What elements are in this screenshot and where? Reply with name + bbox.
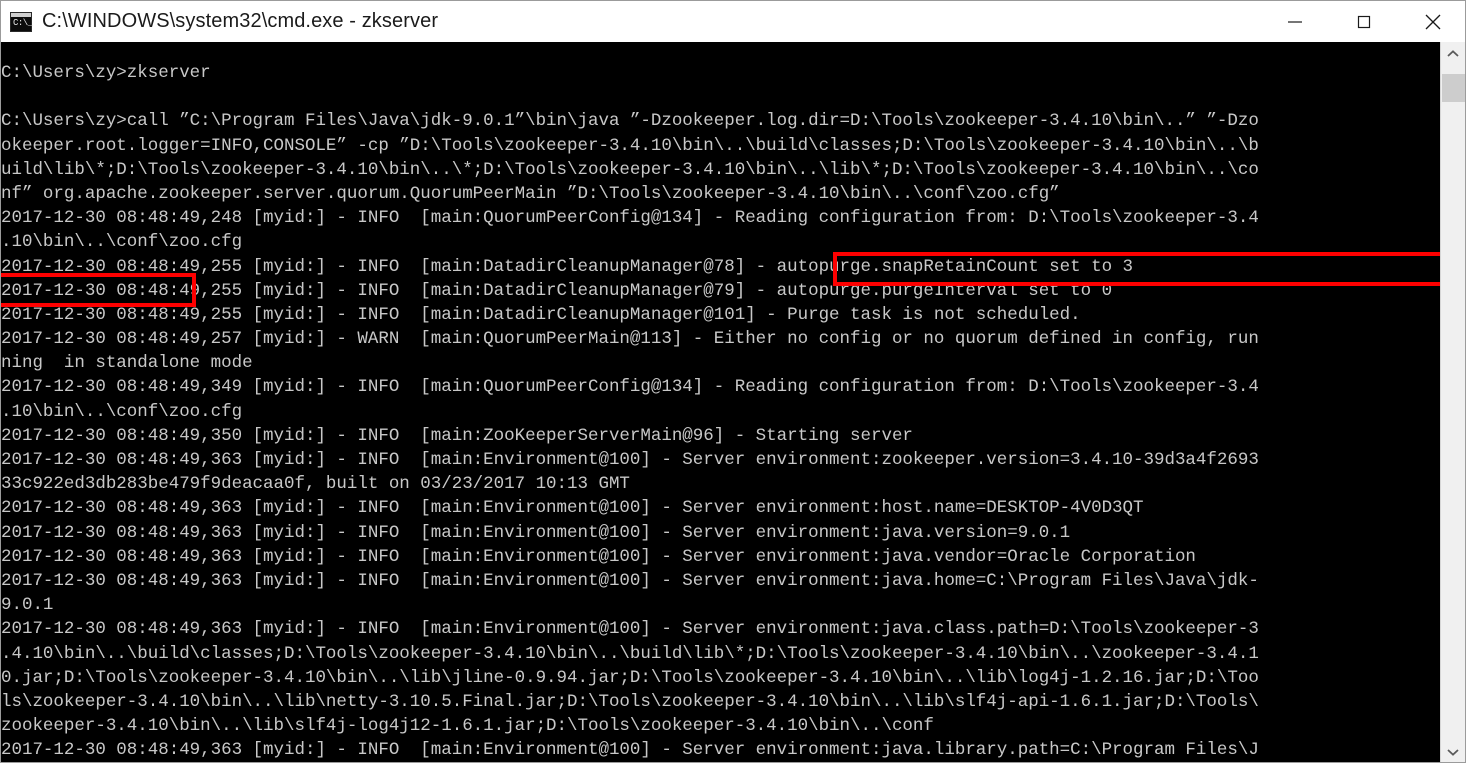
console-line: nf” org.apache.zookeeper.server.quorum.Q…	[1, 183, 1060, 204]
minimize-button[interactable]	[1260, 1, 1329, 42]
console-line: 2017-12-30 08:48:49,363 [myid:] - INFO […	[1, 740, 1259, 761]
console-line: 2017-12-30 08:48:49,363 [myid:] - INFO […	[1, 450, 1259, 470]
console-line: uild\lib\*;D:\Tools\zookeeper-3.4.10\bin…	[1, 159, 1259, 180]
console-line: .10\bin\..\conf\zoo.cfg	[1, 401, 243, 422]
console-line: ning in standalone mode	[1, 353, 253, 374]
minimize-icon	[1287, 20, 1302, 23]
close-button[interactable]	[1398, 1, 1465, 42]
title-bar[interactable]: C:\_ C:\WINDOWS\system32\cmd.exe - zkser…	[1, 1, 1465, 42]
cmd-icon-glyph: C:\_	[13, 17, 33, 28]
maximize-icon	[1357, 15, 1370, 28]
cmd-icon[interactable]: C:\_	[10, 11, 33, 32]
console-line: .10\bin\..\conf\zoo.cfg	[1, 232, 243, 253]
cmd-window: C:\_ C:\WINDOWS\system32\cmd.exe - zkser…	[0, 0, 1466, 763]
console-line: 2017-12-30 08:48:49,349 [myid:] - INFO […	[1, 377, 1259, 398]
chevron-down-icon	[1447, 749, 1459, 756]
console-line: 2017-12-30 08:48:49,257 [myid:] - WARN […	[1, 329, 1259, 350]
console-line: zookeeper-3.4.10\bin\..\lib\slf4j-log4j1…	[1, 716, 934, 737]
window-title: C:\WINDOWS\system32\cmd.exe - zkserver	[42, 10, 439, 32]
console-line: 2017-12-30 08:48:49,363 [myid:] - INFO […	[1, 546, 1196, 567]
console-text: C:\Users\zy>zkserver C:\Users\zy>call ”C…	[1, 42, 1442, 762]
console-line: 33c922ed3db283be479f9deacaa0f, built on …	[1, 474, 630, 495]
console-line: 2017-12-30 08:48:49,363 [myid:] - INFO […	[1, 498, 1144, 519]
console-line: 2017-12-30 08:48:49,363 [myid:] - INFO […	[1, 522, 1071, 543]
console-line: 2017-12-30 08:48:49,255 [myid:] - INFO […	[1, 304, 1081, 325]
console-line: 2017-12-30 08:48:49,363 [myid:] - INFO […	[1, 619, 1259, 640]
console-line: 2017-12-30 08:48:49,363 [myid:] - INFO […	[1, 570, 1259, 591]
console-line: 9.0.1	[1, 595, 54, 616]
scroll-up-button[interactable]	[1441, 42, 1465, 66]
console-line: C:\Users\zy>call ”C:\Program Files\Java\…	[1, 111, 1259, 132]
console-line: .4.10\bin\..\build\classes;D:\Tools\zook…	[1, 643, 1259, 664]
console-line: C:\Users\zy>zkserver	[1, 63, 211, 83]
vertical-scrollbar[interactable]	[1440, 42, 1465, 762]
console-line: 2017-12-30 08:48:49,255 [myid:] - INFO […	[1, 256, 1134, 277]
close-icon	[1425, 14, 1440, 29]
console-line: 2017-12-30 08:48:49,255 [myid:] - INFO […	[1, 280, 1113, 301]
window-controls	[1260, 1, 1465, 42]
scroll-down-button[interactable]	[1441, 740, 1465, 762]
console-line: 2017-12-30 08:48:49,350 [myid:] - INFO […	[1, 425, 913, 446]
scrollbar-thumb[interactable]	[1442, 74, 1465, 102]
console-line: okeeper.root.logger=INFO,CONSOLE” -cp ”D…	[1, 135, 1259, 156]
console-line: 2017-12-30 08:48:49,248 [myid:] - INFO […	[1, 208, 1259, 229]
console-output-area[interactable]: C:\Users\zy>zkserver C:\Users\zy>call ”C…	[1, 42, 1442, 762]
chevron-up-icon	[1447, 50, 1459, 57]
maximize-button[interactable]	[1329, 1, 1398, 42]
console-line: ls\zookeeper-3.4.10\bin\..\lib\netty-3.1…	[1, 691, 1259, 712]
console-line: 0.jar;D:\Tools\zookeeper-3.4.10\bin\..\l…	[1, 667, 1259, 688]
